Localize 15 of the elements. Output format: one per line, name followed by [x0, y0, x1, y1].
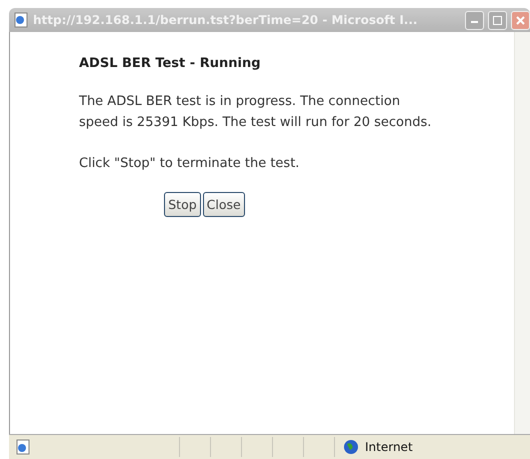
- page-heading: ADSL BER Test - Running: [79, 56, 262, 71]
- page-icon: [15, 439, 31, 455]
- maximize-icon: [493, 16, 502, 24]
- scrollbar[interactable]: [514, 32, 530, 434]
- action-button[interactable]: Stop: [164, 192, 201, 217]
- close-button[interactable]: [511, 10, 530, 30]
- browser-icon: [13, 12, 29, 28]
- zone-label: Internet: [365, 440, 413, 454]
- message-text: Click "Stop" to terminate the test.: [79, 155, 300, 173]
- minimize-button[interactable]: [465, 10, 484, 30]
- close-icon: [516, 16, 525, 24]
- action-button[interactable]: Close: [202, 192, 245, 217]
- globe-icon: [343, 439, 359, 455]
- message-text: The ADSL BER test is in progress. The connection speed is 25391 Kbps. The test will run for 20 seconds.: [79, 93, 432, 132]
- maximize-button[interactable]: [488, 10, 507, 30]
